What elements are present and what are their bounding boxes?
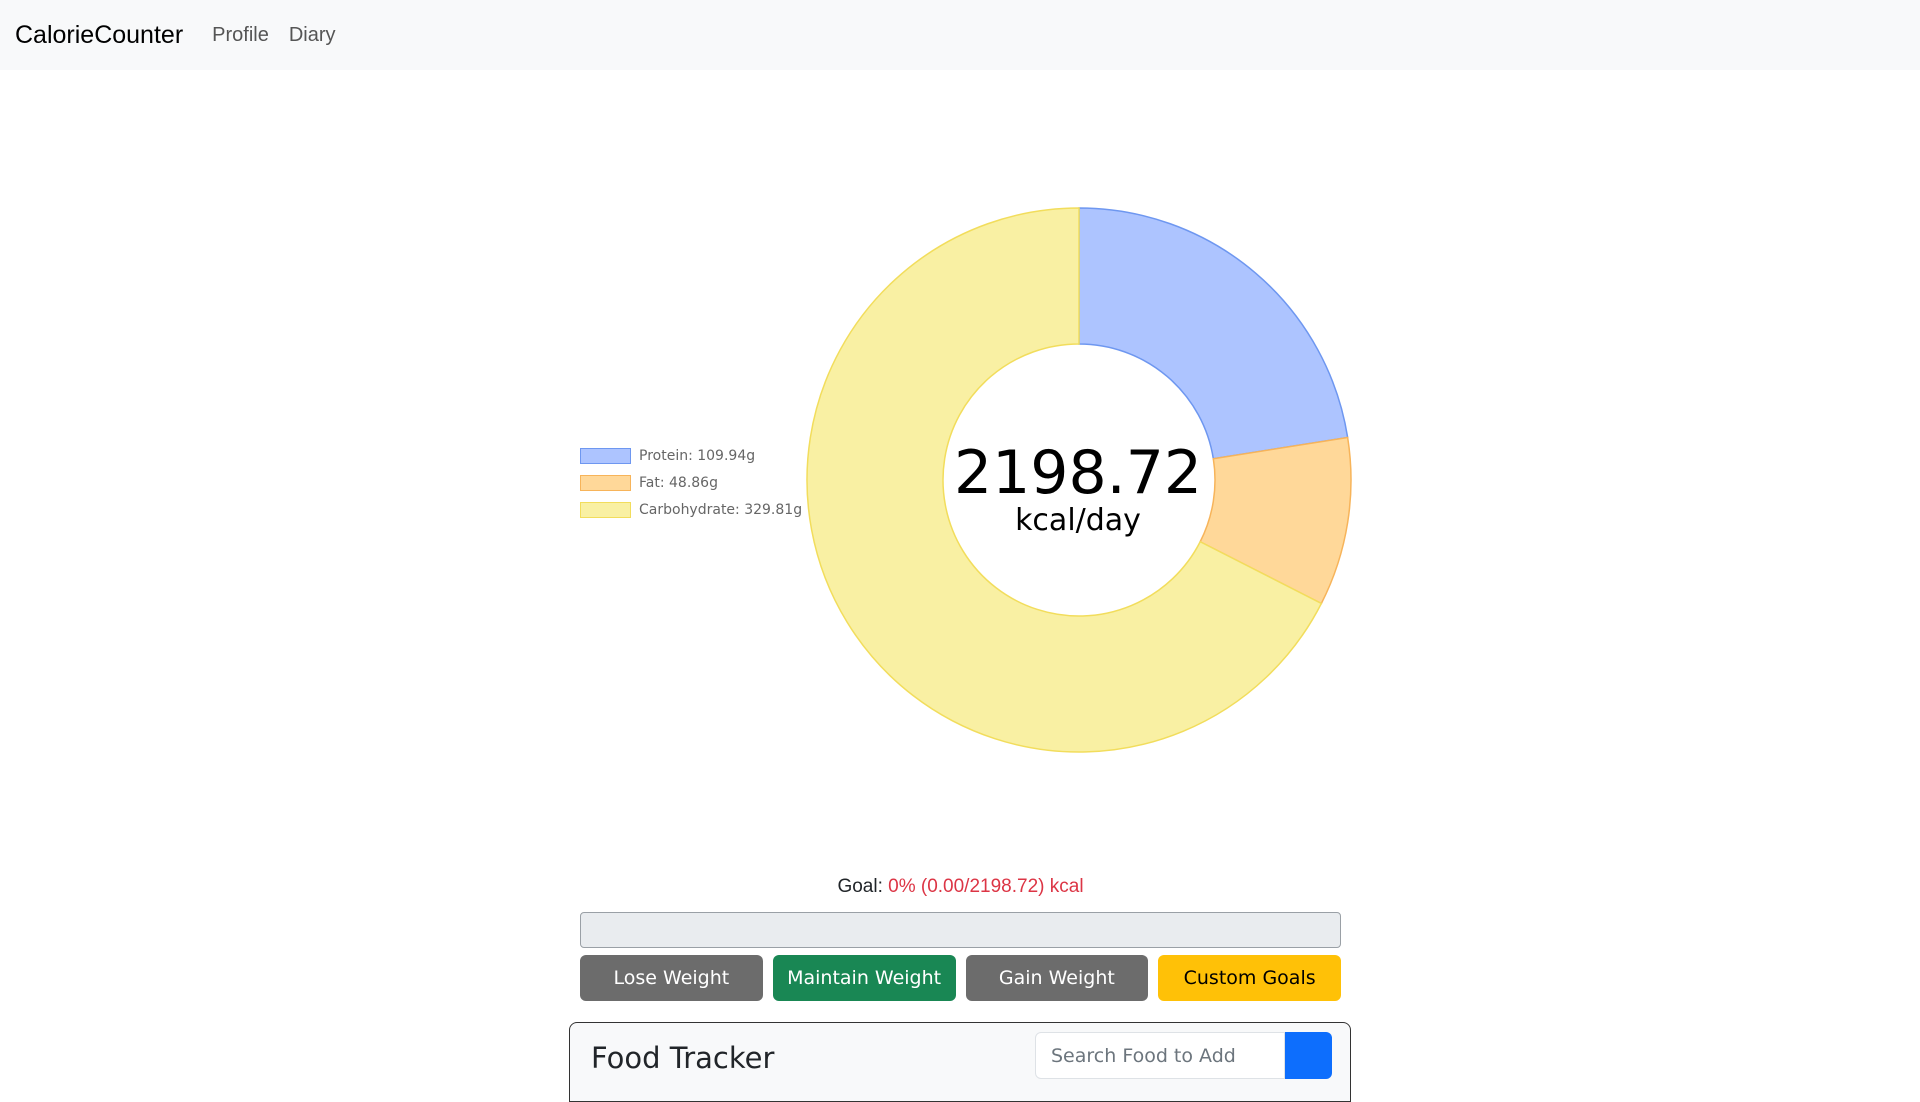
legend-item-carbohydrate[interactable]: Carbohydrate: 329.81g: [580, 496, 802, 523]
goal-label: Goal:: [837, 876, 883, 897]
goal-button-group: Lose Weight Maintain Weight Gain Weight …: [580, 955, 1341, 1001]
navbar: CalorieCounter Profile Diary: [0, 0, 1920, 70]
legend-label-fat: Fat: 48.86g: [639, 474, 718, 491]
legend-item-protein[interactable]: Protein: 109.94g: [580, 442, 802, 469]
lose-weight-button[interactable]: Lose Weight: [580, 955, 763, 1001]
food-search-input[interactable]: [1035, 1032, 1285, 1079]
goal-status: 0% (0.00/2198.72) kcal: [888, 876, 1084, 897]
goal-progress: [580, 912, 1341, 948]
food-tracker-card: Food Tracker: [569, 1022, 1351, 1102]
brand-link[interactable]: CalorieCounter: [15, 21, 183, 50]
nav-link-diary[interactable]: Diary: [289, 24, 336, 47]
legend-label-carbohydrate: Carbohydrate: 329.81g: [639, 501, 803, 518]
legend-swatch-fat: [580, 474, 631, 491]
slice-protein[interactable]: [1078, 207, 1349, 460]
nav-link-profile[interactable]: Profile: [212, 24, 269, 47]
food-search-button[interactable]: [1285, 1032, 1332, 1079]
custom-goals-button[interactable]: Custom Goals: [1158, 955, 1341, 1001]
legend-label-protein: Protein: 109.94g: [639, 447, 756, 464]
goal-summary: Goal: 0% (0.00/2198.72) kcal: [580, 876, 1341, 898]
chart-legend: Protein: 109.94g Fat: 48.86g Carbohydrat…: [580, 442, 802, 523]
legend-swatch-protein: [580, 447, 631, 464]
maintain-weight-button[interactable]: Maintain Weight: [772, 955, 956, 1001]
legend-item-fat[interactable]: Fat: 48.86g: [580, 469, 802, 496]
food-tracker-title: Food Tracker: [591, 1041, 775, 1075]
gain-weight-button[interactable]: Gain Weight: [965, 955, 1149, 1001]
legend-swatch-carbohydrate: [580, 501, 631, 518]
